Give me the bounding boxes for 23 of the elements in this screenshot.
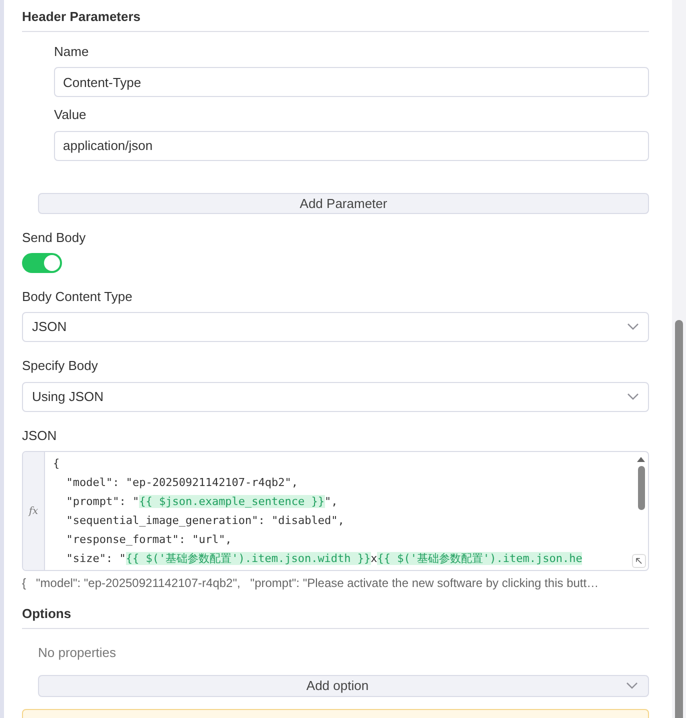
section-title: Header Parameters [22,9,141,24]
code-line: "size": "{{ $('基础参数配置').item.json.width }}x{{ $('基础参数配置').item.json.he [65,551,582,567]
text-field[interactable]: application/json [54,130,649,160]
code-line: "model": "ep-20250921142107-r4qb2", [65,475,298,491]
code-line: "sequential_image_generation": "disabled", [65,513,344,529]
code-line: "response_format": "url", [65,532,232,548]
field-label: Specify Body [22,357,99,375]
text-field[interactable]: Content-Type [54,67,649,97]
field-label: Body Content Type [22,288,134,306]
json-preview: { "model": "ep-20250921142107-r4qb2", "prompt": "Please activate the new software by clicking this butt… [22,575,600,592]
fx-label: fx [28,504,38,518]
field-label: JSON [22,426,58,444]
code-line: { [53,456,60,472]
dropdown-select[interactable]: Using JSON [22,382,649,412]
dropdown-select[interactable]: JSON [22,312,649,342]
section-title: Options [22,606,72,621]
code-line: "prompt": "{{ $json.example_sentence }}", [65,494,338,510]
empty-message: No properties [38,644,118,662]
field-label: Value [54,106,88,124]
add-parameter-button[interactable]: Add Parameter [38,192,649,214]
add-option-button[interactable]: Add option [38,675,649,696]
field-label: Send Body [22,229,87,247]
field-label: Name [54,42,90,60]
